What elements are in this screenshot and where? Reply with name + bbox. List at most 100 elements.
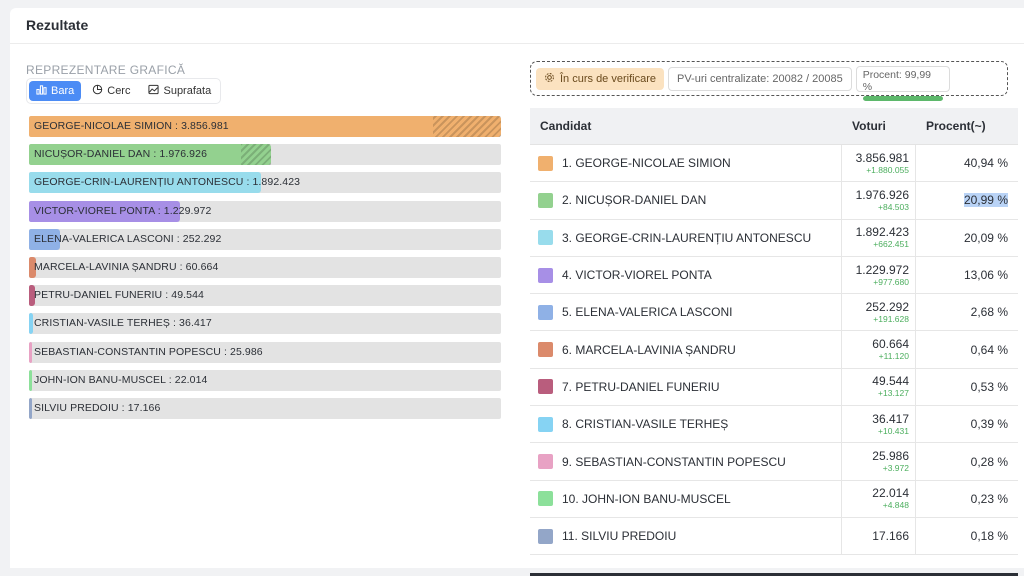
percent-cell: 2,68 % [916, 294, 1018, 330]
votes-value: 252.292 [865, 299, 909, 314]
color-swatch [538, 454, 553, 470]
percent-progress-fill [862, 95, 943, 101]
percent-value: 0,18 % [970, 529, 1008, 544]
tab-bara-label: Bara [51, 85, 75, 97]
votes-delta: +1.880.055 [866, 164, 909, 175]
tab-bara[interactable]: Bara [29, 81, 82, 101]
candidate-name: 11. SILVIU PREDOIU [562, 529, 677, 544]
candidate-name: 8. CRISTIAN-VASILE TERHEȘ [562, 417, 729, 432]
candidate-name: 2. NICUȘOR-DANIEL DAN [562, 193, 707, 208]
candidate-cell: 6. MARCELA-LAVINIA ȘANDRU [530, 331, 842, 368]
votes-delta: +4.848 [882, 500, 909, 511]
votes-value: 3.856.981 [855, 150, 909, 165]
bar-label: ELENA-VALERICA LASCONI : 252.292 [34, 232, 222, 245]
votes-cell: 60.664 +11.120 [842, 331, 916, 368]
votes-cell: 1.976.926 +84.503 [842, 182, 916, 219]
tab-suprafata[interactable]: Suprafata [141, 81, 218, 101]
percent-cell: 40,94 % [916, 145, 1018, 181]
bar-row[interactable]: CRISTIAN-VASILE TERHEȘ : 36.417 [29, 313, 501, 335]
color-swatch [538, 230, 553, 246]
votes-cell: 252.292 +191.628 [842, 294, 916, 331]
pv-count: PV-uri centralizate: 20082 / 20085 [667, 66, 852, 91]
verification-badge: În curs de verificare [536, 67, 664, 90]
table-row[interactable]: 11. SILVIU PREDOIU 17.166 0,18 % [530, 517, 1018, 556]
votes-value: 49.544 [872, 374, 909, 389]
verification-label: În curs de verificare [560, 72, 656, 85]
table-row[interactable]: 6. MARCELA-LAVINIA ȘANDRU 60.664 +11.120 0,… [530, 331, 1018, 369]
table-row[interactable]: 7. PETRU-DANIEL FUNERIU 49.544 +13.127 0,53… [530, 368, 1018, 407]
percent-cell: 0,53 % [916, 369, 1018, 405]
percent-progress-track [862, 95, 943, 101]
table-row[interactable]: 4. VICTOR-VIOREL PONTA 1.229.972 +977.680 1… [530, 256, 1018, 295]
bar-chart: GEORGE-NICOLAE SIMION : 3.856.981 NICUȘOR… [29, 116, 501, 426]
table-row[interactable]: 10. JOHN-ION BANU-MUSCEL 22.014 +4.848 0,23… [530, 480, 1018, 518]
votes-delta: +13.127 [878, 388, 909, 399]
percent-cell: 20,09 % [916, 220, 1018, 256]
tab-cerc[interactable]: Cerc [85, 81, 137, 101]
table-row[interactable]: 8. CRISTIAN-VASILE TERHEȘ 36.417 +10.431 0,… [530, 406, 1018, 444]
table-row[interactable]: 2. NICUȘOR-DANIEL DAN 1.976.926 +84.503 20,… [530, 182, 1018, 220]
color-swatch [538, 342, 553, 358]
candidate-name: 1. GEORGE-NICOLAE SIMION [562, 156, 731, 171]
candidate-name: 4. VICTOR-VIOREL PONTA [562, 268, 712, 283]
bar [29, 313, 34, 335]
bar-label: GEORGE-CRIN-LAURENȚIU ANTONESCU : 1.892.… [34, 176, 301, 189]
bar-label: VICTOR-VIOREL PONTA : 1.229.972 [34, 204, 212, 217]
bar-row[interactable]: MARCELA-LAVINIA ȘANDRU : 60.664 [29, 256, 501, 278]
page-title: Rezultate [10, 8, 1024, 44]
table-row[interactable]: 9. SEBASTIAN-CONSTANTIN POPESCU 25.986 +3.… [530, 443, 1018, 481]
votes-cell: 1.892.423 +662.451 [842, 219, 916, 256]
color-swatch [538, 304, 553, 320]
chart-view-tabs: Bara Cerc Suprafata [26, 78, 222, 104]
percent-cell: 0,39 % [916, 406, 1018, 442]
votes-value: 60.664 [872, 337, 909, 352]
status-box: În curs de verificare PV-uri centralizat… [530, 61, 1008, 101]
candidate-name: 7. PETRU-DANIEL FUNERIU [562, 379, 720, 394]
results-table: Candidat Voturi Procent(~) 1. GEORGE-NIC… [530, 108, 1018, 576]
color-swatch [538, 192, 553, 208]
percent-cell: 20,99 % [916, 182, 1018, 218]
bar-row[interactable]: SEBASTIAN-CONSTANTIN POPESCU : 25.986 [29, 341, 501, 363]
bar-row[interactable]: SILVIU PREDOIU : 17.166 [29, 397, 501, 419]
header-percent[interactable]: Procent(~) [916, 119, 1018, 133]
bar-label: GEORGE-NICOLAE SIMION : 3.856.981 [34, 120, 229, 132]
candidate-name: 5. ELENA-VALERICA LASCONI [562, 305, 733, 320]
header-votes[interactable]: Voturi [842, 119, 916, 133]
bar-label: MARCELA-LAVINIA ȘANDRU : 60.664 [34, 260, 219, 273]
candidate-cell: 4. VICTOR-VIOREL PONTA [530, 256, 842, 294]
percent-cell: 0,23 % [916, 481, 1018, 517]
table-row[interactable]: 3. GEORGE-CRIN-LAURENȚIU ANTONESCU 1.892.… [530, 219, 1018, 257]
votes-delta: +977.680 [873, 276, 909, 287]
votes-cell: 22.014 +4.848 [842, 480, 916, 517]
bar-row[interactable]: PETRU-DANIEL FUNERIU : 49.544 [29, 285, 501, 307]
table-row[interactable]: 5. ELENA-VALERICA LASCONI 252.292 +191.628… [530, 294, 1018, 332]
candidate-name: 3. GEORGE-CRIN-LAURENȚIU ANTONESCU [562, 230, 812, 245]
percent-cell: 0,64 % [916, 331, 1018, 367]
tab-cerc-label: Cerc [107, 85, 131, 97]
percent-value: 0,23 % [970, 491, 1008, 506]
color-swatch [538, 528, 553, 544]
bar-row[interactable]: ELENA-VALERICA LASCONI : 252.292 [29, 228, 501, 250]
bar-row[interactable]: NICUȘOR-DANIEL DAN : 1.976.926 [29, 144, 501, 166]
votes-cell: 49.544 +13.127 [842, 368, 916, 406]
chart-section-title: REPREZENTARE GRAFICĂ [26, 63, 186, 77]
candidate-cell: 2. NICUȘOR-DANIEL DAN [530, 182, 842, 219]
table-row[interactable]: 1. GEORGE-NICOLAE SIMION 3.856.981 +1.880.… [530, 145, 1018, 183]
bar-row[interactable]: GEORGE-CRIN-LAURENȚIU ANTONESCU : 1.892.… [29, 172, 501, 194]
percent-box: Procent: 99,99 % [855, 65, 950, 101]
bar-row[interactable]: GEORGE-NICOLAE SIMION : 3.856.981 [29, 116, 501, 137]
votes-cell: 1.229.972 +977.680 [842, 256, 916, 294]
votes-cell: 36.417 +10.431 [842, 406, 916, 443]
bar-row[interactable]: VICTOR-VIOREL PONTA : 1.229.972 [29, 200, 501, 222]
header-candidate[interactable]: Candidat [530, 119, 842, 133]
candidate-cell: 3. GEORGE-CRIN-LAURENȚIU ANTONESCU [530, 219, 842, 256]
votes-value: 1.892.423 [855, 225, 909, 240]
bar-label: CRISTIAN-VASILE TERHEȘ : 36.417 [34, 317, 212, 330]
bar-row[interactable]: JOHN-ION BANU-MUSCEL : 22.014 [29, 369, 501, 391]
percent-cell: 0,28 % [916, 443, 1018, 479]
bar-chart-icon [36, 84, 47, 98]
percent-value: 40,94 % [963, 156, 1008, 171]
percent-value: 0,53 % [970, 379, 1008, 394]
color-swatch [538, 267, 553, 283]
gear-icon [544, 72, 555, 86]
